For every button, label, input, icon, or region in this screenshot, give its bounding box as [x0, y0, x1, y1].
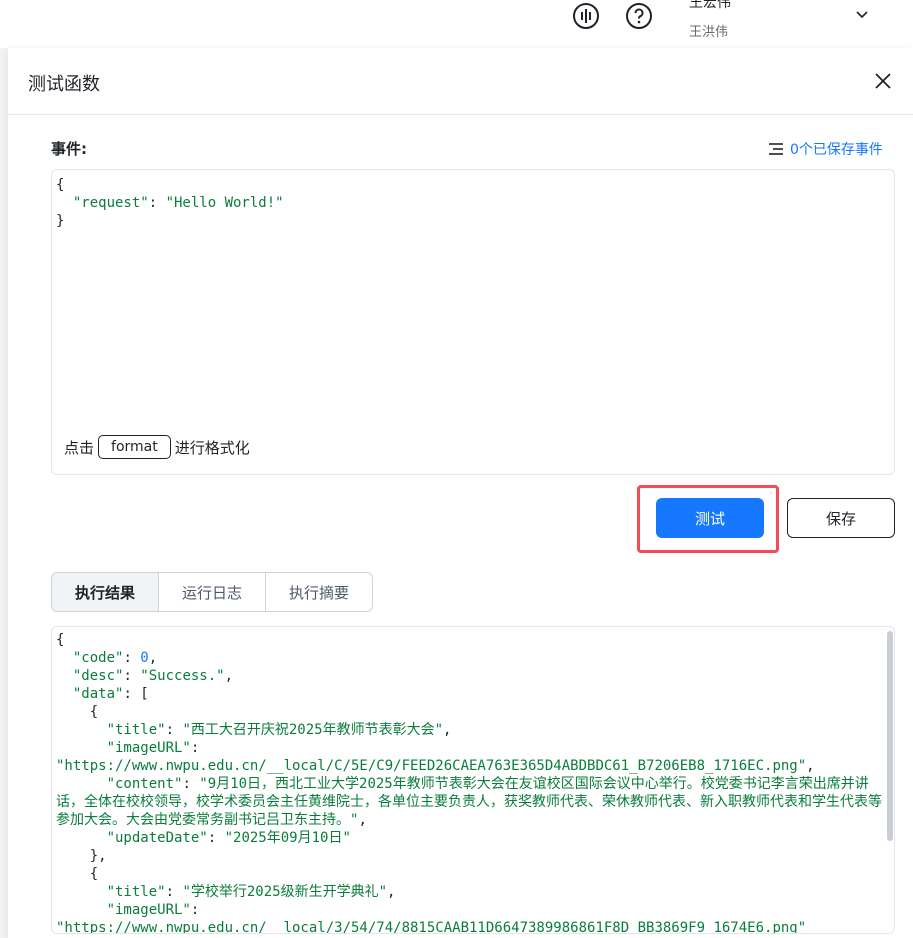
list-icon [769, 143, 783, 155]
format-hint-prefix: 点击 [64, 438, 95, 457]
code-brace: { [89, 866, 99, 882]
top-bar: 王宏伟 王洪伟 [0, 0, 913, 48]
saved-events-link[interactable]: 0个已保存事件 [768, 139, 883, 159]
result-tabs: 执行结果 运行日志 执行摘要 [51, 572, 373, 612]
code-value: "https://www.nwpu.edu.cn/__local/3/54/74… [56, 920, 807, 934]
code-brace: }, [89, 848, 107, 864]
code-key: "title" [106, 722, 166, 738]
test-function-drawer: 测试函数 事件: 0个已保存事件 { "request": "Hello Wor… [8, 48, 913, 938]
code-key: "request" [72, 195, 149, 211]
tab-result[interactable]: 执行结果 [52, 573, 159, 611]
user-subtitle: 王洪伟 [689, 25, 729, 40]
result-code: { "code": 0, "desc": "Success.", "data":… [56, 632, 882, 934]
code-brace: { [56, 177, 65, 193]
code-value: "Success." [140, 668, 225, 684]
help-icon[interactable] [625, 2, 653, 30]
code-brace: { [89, 704, 99, 720]
code-key: "imageURL" [106, 740, 191, 756]
voice-icon[interactable] [572, 2, 600, 30]
code-number: 0 [140, 650, 149, 666]
close-icon[interactable] [874, 72, 892, 90]
code-key: "content" [106, 776, 183, 792]
code-value: "https://www.nwpu.edu.cn/__local/C/5E/C9… [56, 758, 807, 774]
scrollbar[interactable] [887, 631, 893, 841]
format-hint: 点击 format 进行格式化 [64, 435, 250, 459]
tab-summary[interactable]: 执行摘要 [266, 573, 372, 611]
code-key: "imageURL" [106, 902, 191, 918]
divider [8, 114, 913, 115]
background-page [0, 48, 8, 938]
format-hint-suffix: 进行格式化 [174, 438, 250, 457]
code-key: "title" [106, 884, 166, 900]
drawer-title: 测试函数 [28, 74, 100, 95]
code-key: "code" [72, 650, 124, 666]
code-value: "2025年09月10日" [224, 830, 351, 846]
code-key: "desc" [72, 668, 124, 684]
save-button[interactable]: 保存 [787, 498, 895, 538]
saved-events-label: 0个已保存事件 [790, 142, 883, 158]
code-sep: : [148, 195, 166, 211]
code-bracket: [ [140, 686, 149, 702]
tab-run-log[interactable]: 运行日志 [159, 573, 266, 611]
test-button[interactable]: 测试 [656, 498, 764, 538]
event-label: 事件: [51, 140, 87, 158]
code-value: "Hello World!" [165, 195, 284, 211]
format-button[interactable]: format [98, 435, 171, 459]
chevron-down-icon[interactable] [855, 8, 869, 22]
code-key: "data" [72, 686, 124, 702]
result-panel[interactable]: { "code": 0, "desc": "Success.", "data":… [51, 626, 895, 934]
event-code[interactable]: { "request": "Hello World!" } [56, 176, 284, 230]
code-brace: { [56, 632, 65, 648]
code-brace: } [56, 213, 65, 229]
code-value: "西工大召开庆祝2025年教师节表彰大会" [182, 722, 444, 738]
event-editor[interactable]: { "request": "Hello World!" } 点击 format … [51, 169, 895, 475]
code-value: "学校举行2025级新生开学典礼" [182, 884, 388, 900]
user-name[interactable]: 王宏伟 [689, 0, 731, 12]
code-key: "updateDate" [106, 830, 208, 846]
